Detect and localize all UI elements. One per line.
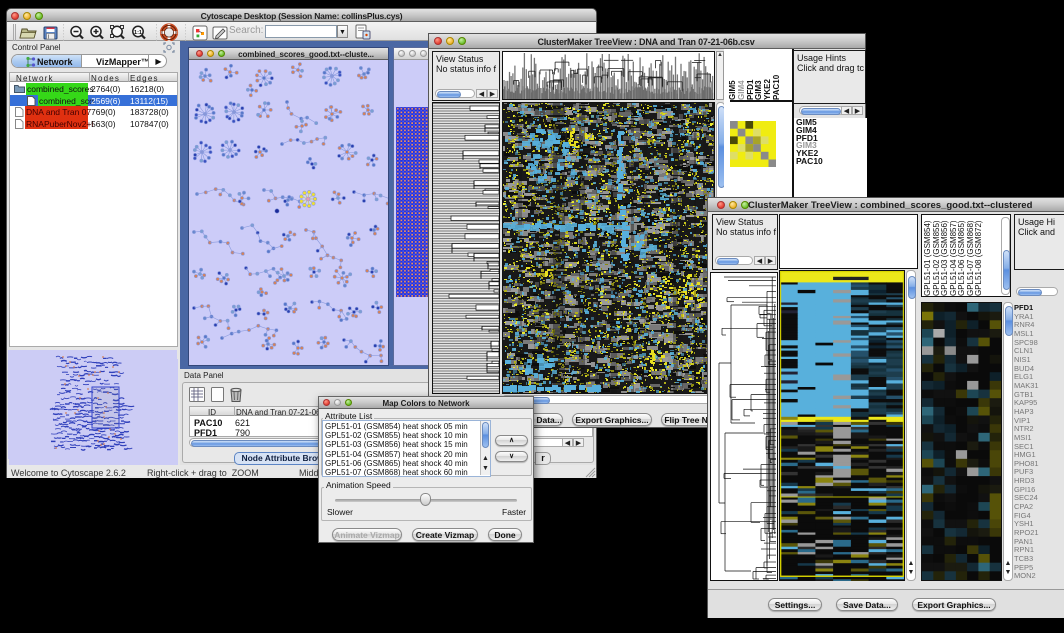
svg-text:1:1: 1:1 — [134, 30, 142, 36]
